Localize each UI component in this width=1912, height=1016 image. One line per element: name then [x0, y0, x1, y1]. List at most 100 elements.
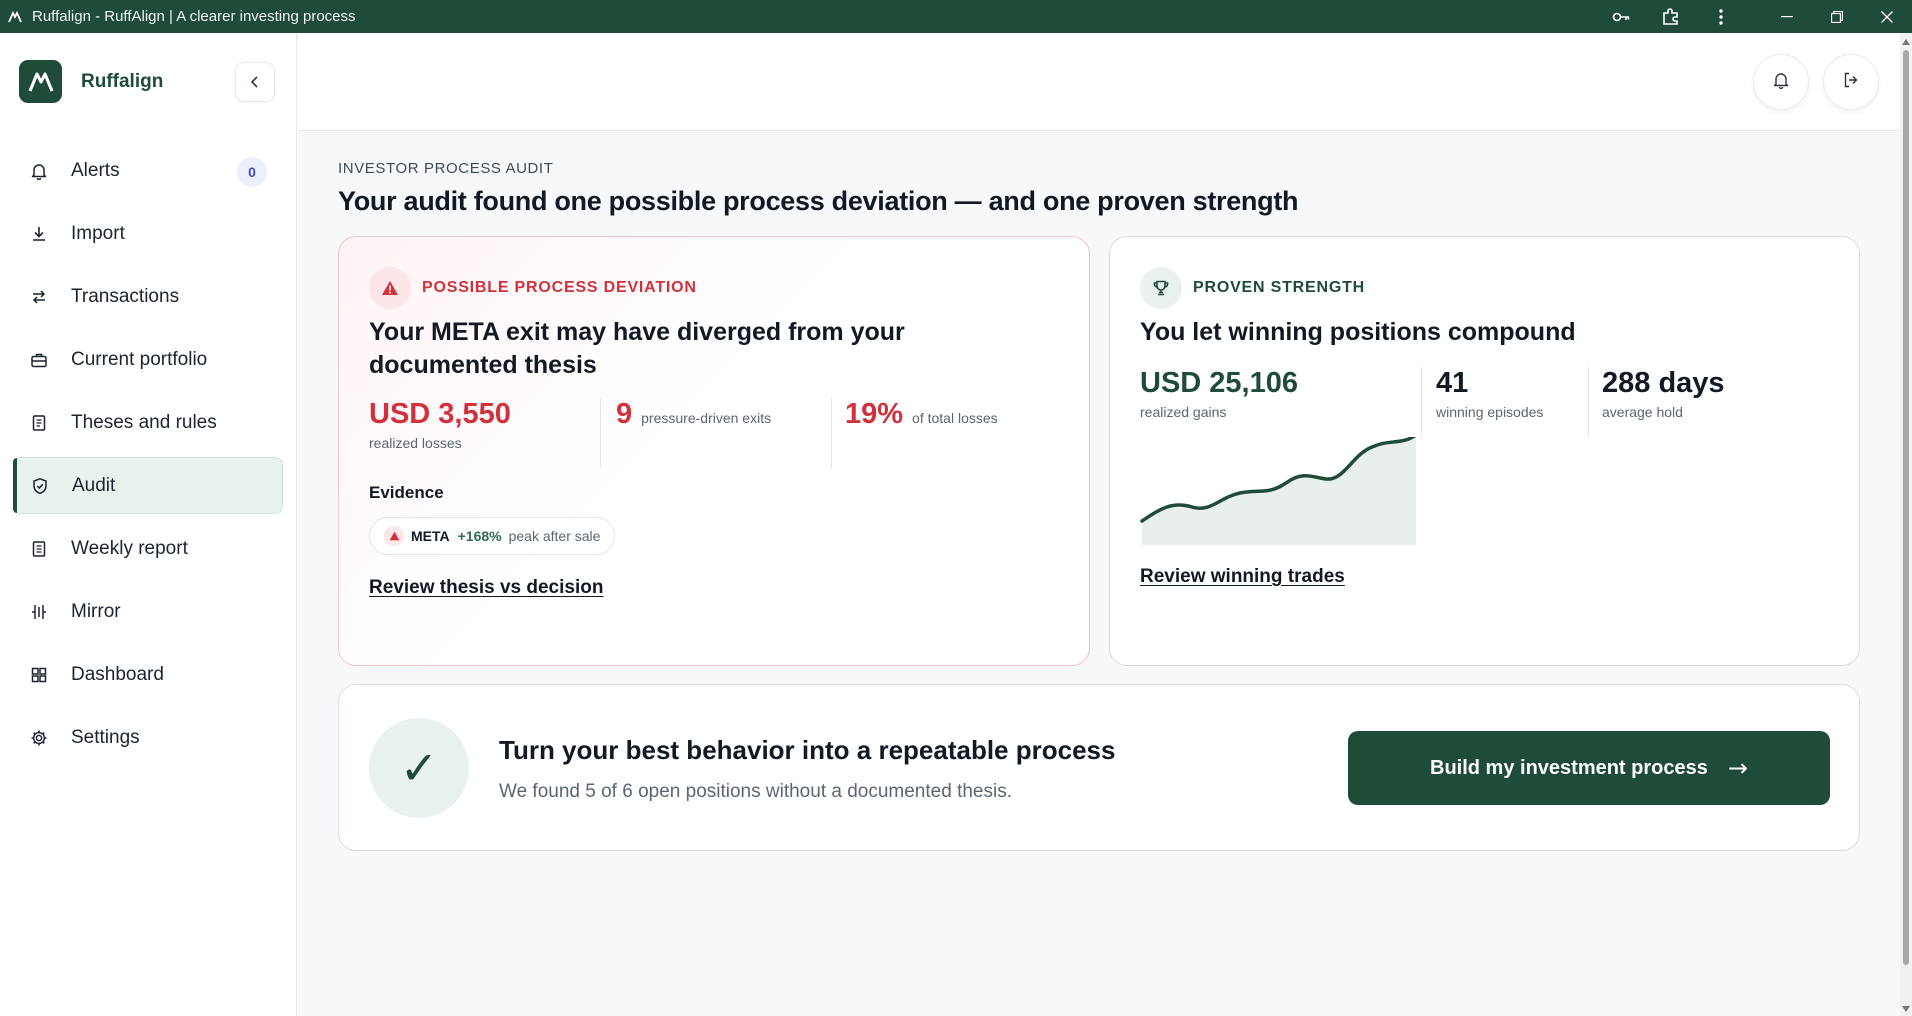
- deviation-tag-label: POSSIBLE PROCESS DEVIATION: [422, 279, 697, 296]
- minimize-icon[interactable]: [1762, 0, 1812, 33]
- close-icon[interactable]: [1862, 0, 1912, 33]
- download-icon: [29, 224, 49, 244]
- sidebar-item-label: Mirror: [71, 600, 121, 622]
- winning-episodes-label: winning episodes: [1436, 404, 1544, 420]
- sidebar-item-label: Current portfolio: [71, 348, 208, 370]
- key-icon[interactable]: [1596, 0, 1646, 33]
- mirror-icon: [29, 602, 49, 622]
- logout-button[interactable]: [1823, 54, 1879, 110]
- briefcase-icon: [29, 350, 49, 370]
- evidence-chip[interactable]: META +168% peak after sale: [369, 517, 616, 555]
- sidebar-item-mirror[interactable]: Mirror: [13, 583, 283, 640]
- average-hold-value: 288 days: [1602, 367, 1725, 399]
- sparkline-area: [1142, 437, 1416, 545]
- sidebar-item-label: Weekly report: [71, 537, 188, 559]
- extensions-icon[interactable]: [1646, 0, 1696, 33]
- review-winning-trades-link[interactable]: Review winning trades: [1140, 566, 1345, 588]
- pressure-exits-metric: 9 pressure-driven exits: [616, 398, 771, 431]
- strength-tag: PROVEN STRENGTH: [1140, 267, 1365, 309]
- page-scrollbar[interactable]: [1900, 33, 1912, 1016]
- checkmark-icon: ✓: [399, 741, 439, 795]
- average-hold-metric: 288 days average hold: [1602, 367, 1725, 420]
- metric-divider: [600, 398, 601, 468]
- sidebar-item-label: Alerts: [71, 159, 120, 181]
- scroll-down-icon[interactable]: [1902, 1006, 1910, 1012]
- realized-gains-metric: USD 25,106 realized gains: [1140, 367, 1298, 420]
- proven-strength-card: PROVEN STRENGTH You let winning position…: [1109, 236, 1860, 666]
- winning-episodes-value: 41: [1436, 367, 1469, 399]
- more-menu-icon[interactable]: [1696, 0, 1746, 33]
- logout-icon: [1842, 71, 1860, 94]
- page-title: Your audit found one possible process de…: [338, 186, 1299, 216]
- build-process-button[interactable]: Build my investment process →: [1348, 731, 1830, 805]
- strength-heading: You let winning positions compound: [1140, 318, 1576, 346]
- realized-gains-label: realized gains: [1140, 404, 1227, 420]
- sidebar-item-label: Transactions: [71, 285, 180, 307]
- sidebar-item-theses-and-rules[interactable]: Theses and rules: [13, 394, 283, 451]
- process-subtitle: We found 5 of 6 open positions without a…: [499, 781, 1012, 802]
- notifications-button[interactable]: [1753, 54, 1809, 110]
- metric-divider: [1421, 367, 1422, 437]
- gear-icon: [29, 728, 49, 748]
- sidebar-item-import[interactable]: Import: [13, 205, 283, 262]
- restore-icon[interactable]: [1812, 0, 1862, 33]
- share-of-losses-value: 19%: [845, 398, 904, 430]
- brand[interactable]: Ruffalign: [19, 60, 163, 103]
- sidebar-item-label: Dashboard: [71, 663, 164, 685]
- sidebar-item-current-portfolio[interactable]: Current portfolio: [13, 331, 283, 388]
- share-of-losses-metric: 19% of total losses: [845, 398, 998, 431]
- deviation-tag: POSSIBLE PROCESS DEVIATION: [369, 267, 697, 309]
- top-header: [298, 33, 1900, 131]
- strength-tag-label: PROVEN STRENGTH: [1193, 279, 1366, 296]
- bell-icon: [1772, 71, 1790, 94]
- process-title: Turn your best behavior into a repeatabl…: [499, 735, 1116, 765]
- metric-divider: [831, 398, 832, 468]
- warning-icon: [369, 267, 411, 309]
- sidebar-nav: Alerts 0 Import Transactions Current por…: [13, 142, 283, 772]
- evidence-title: Evidence: [369, 483, 444, 502]
- winning-episodes-metric: 41 winning episodes: [1436, 367, 1543, 420]
- sidebar-item-dashboard[interactable]: Dashboard: [13, 646, 283, 703]
- share-of-losses-label: of total losses: [912, 410, 998, 426]
- document-icon: [29, 413, 49, 433]
- sidebar-item-audit[interactable]: Audit: [13, 457, 283, 514]
- bell-icon: [29, 161, 49, 181]
- arrow-right-icon: →: [1727, 754, 1748, 782]
- pressure-exits-value: 9: [616, 398, 633, 430]
- deviation-heading: Your META exit may have diverged from yo…: [369, 316, 905, 382]
- window-titlebar: Ruffalign - RuffAlign | A clearer invest…: [0, 0, 1912, 33]
- review-thesis-link[interactable]: Review thesis vs decision: [369, 577, 603, 599]
- sidebar-item-label: Audit: [72, 474, 116, 496]
- realized-gains-value: USD 25,106: [1140, 367, 1298, 399]
- trophy-icon: [1140, 267, 1182, 309]
- deviation-heading-line-2: documented thesis: [369, 351, 597, 379]
- page-eyebrow: INVESTOR PROCESS AUDIT: [338, 160, 554, 177]
- pressure-exits-label: pressure-driven exits: [641, 410, 772, 426]
- sidebar-item-settings[interactable]: Settings: [13, 709, 283, 766]
- sidebar-item-alerts[interactable]: Alerts 0: [13, 142, 283, 199]
- process-deviation-card: POSSIBLE PROCESS DEVIATION Your META exi…: [338, 236, 1090, 666]
- realized-losses-label: realized losses: [369, 435, 462, 451]
- scroll-up-icon[interactable]: [1902, 39, 1910, 45]
- evidence-change: +168%: [457, 528, 502, 544]
- window-title: Ruffalign - RuffAlign | A clearer invest…: [32, 8, 356, 25]
- realized-losses-metric: USD 3,550 realized losses: [369, 398, 511, 451]
- brand-name: Ruffalign: [81, 70, 164, 92]
- check-badge: ✓: [369, 718, 469, 818]
- swap-arrows-icon: [29, 287, 49, 307]
- build-process-card: ✓ Turn your best behavior into a repeata…: [338, 684, 1860, 851]
- metric-divider: [1588, 367, 1589, 437]
- sidebar-item-weekly-report[interactable]: Weekly report: [13, 520, 283, 577]
- sidebar-item-transactions[interactable]: Transactions: [13, 268, 283, 325]
- grid-icon: [29, 665, 49, 685]
- collapse-sidebar-button[interactable]: [235, 62, 275, 102]
- evidence-note: peak after sale: [508, 528, 601, 544]
- build-process-button-label: Build my investment process: [1430, 756, 1708, 779]
- scrollbar-thumb[interactable]: [1903, 50, 1909, 965]
- brand-logo-icon: [19, 60, 62, 103]
- evidence-symbol: META: [411, 528, 450, 544]
- average-hold-label: average hold: [1602, 404, 1683, 420]
- shield-check-icon: [30, 476, 50, 496]
- alerts-count-badge: 0: [237, 157, 267, 187]
- gains-sparkline: [1140, 437, 1417, 545]
